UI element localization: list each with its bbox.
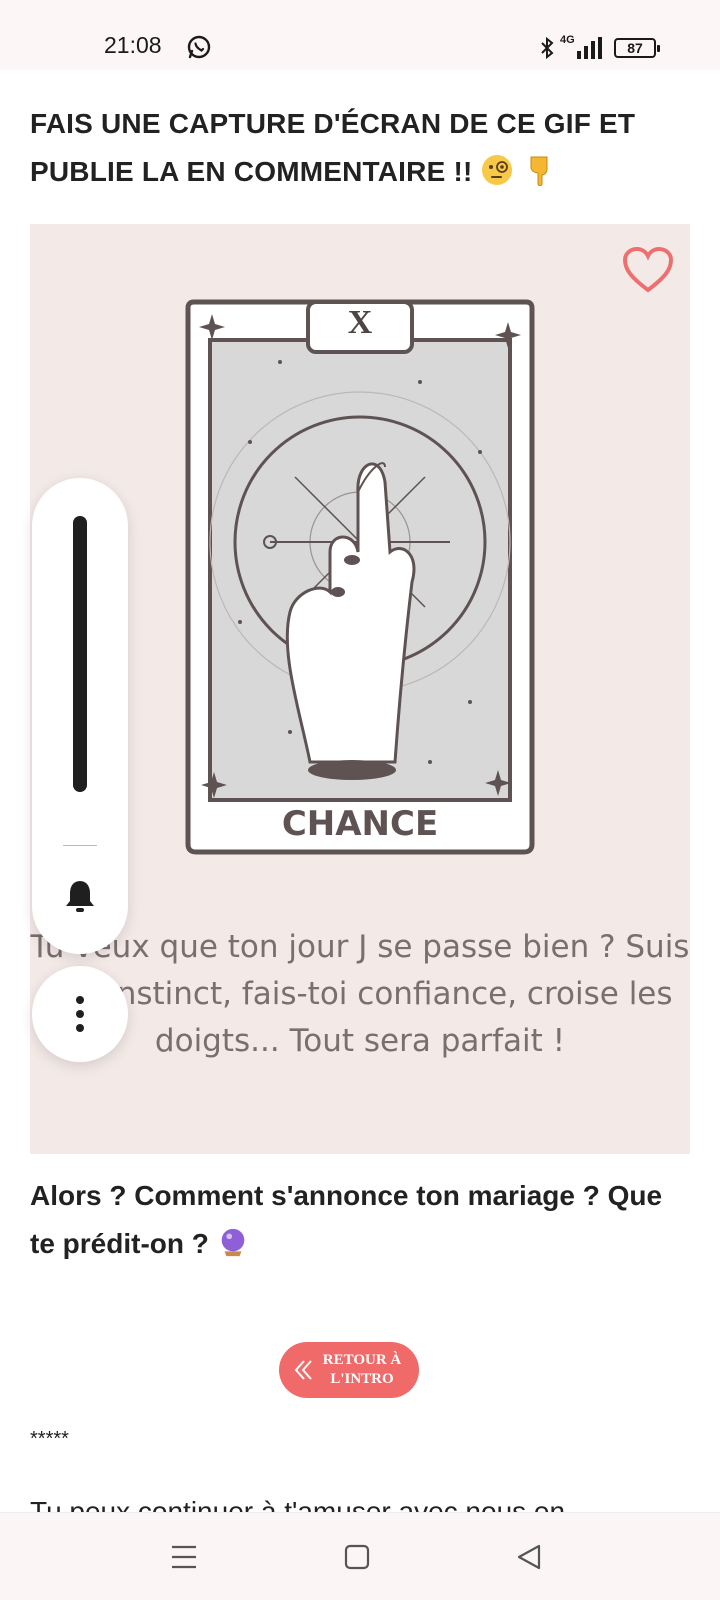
- status-bar: 21:08 4G 87: [0, 0, 720, 70]
- retour-intro-button[interactable]: RETOUR À L'INTRO: [279, 1342, 419, 1398]
- whatsapp-icon: [187, 35, 211, 59]
- card-number: X: [347, 304, 373, 341]
- tarot-gif: X CHANCE Tu veux que ton jour J se passe…: [30, 224, 690, 1154]
- card-title: CHANCE: [281, 804, 439, 844]
- retour-button-line2: L'INTRO: [330, 1371, 394, 1387]
- post-question: Alors ? Comment s'annonce ton mariage ? …: [30, 1172, 690, 1268]
- post-header: FAIS UNE CAPTURE D'ÉCRAN DE CE GIF ET PU…: [30, 100, 690, 196]
- network-type: 4G: [560, 34, 575, 46]
- volume-panel: [32, 478, 128, 954]
- monocle-face-emoji-icon: [482, 155, 513, 185]
- battery-icon: 87: [614, 38, 660, 58]
- back-icon[interactable]: [515, 1543, 543, 1571]
- more-options-button[interactable]: [32, 966, 128, 1062]
- separator-stars: *****: [30, 1428, 69, 1450]
- bell-icon[interactable]: [64, 878, 96, 914]
- question-text: Alors ? Comment s'annonce ton mariage ? …: [30, 1180, 663, 1259]
- post-headline: FAIS UNE CAPTURE D'ÉCRAN DE CE GIF ET PU…: [30, 100, 690, 196]
- retour-button-label: RETOUR À L'INTRO: [323, 1351, 402, 1389]
- system-nav-bar: [0, 1512, 720, 1600]
- signal-icon: [577, 37, 602, 59]
- panel-divider: [63, 845, 97, 846]
- favorite-heart-icon[interactable]: [622, 246, 674, 294]
- bluetooth-icon: [541, 36, 554, 60]
- continued-text: Tu peux continuer à t'amuser avec nous e…: [30, 1496, 566, 1514]
- double-chevron-left-icon: [294, 1360, 312, 1380]
- retour-button-line1: RETOUR À: [322, 1352, 402, 1368]
- home-icon[interactable]: [343, 1543, 371, 1571]
- crystal-ball-emoji-icon: [221, 1228, 244, 1257]
- pointing-down-emoji-icon: [530, 156, 548, 186]
- volume-slider[interactable]: [73, 516, 87, 792]
- more-vertical-icon: [76, 996, 84, 1032]
- status-time: 21:08: [104, 32, 162, 58]
- recent-apps-menu-icon[interactable]: [170, 1543, 198, 1571]
- tarot-card-illustration: [185, 299, 535, 855]
- gif-caption: Tu veux que ton jour J se passe bien ? S…: [30, 929, 690, 1059]
